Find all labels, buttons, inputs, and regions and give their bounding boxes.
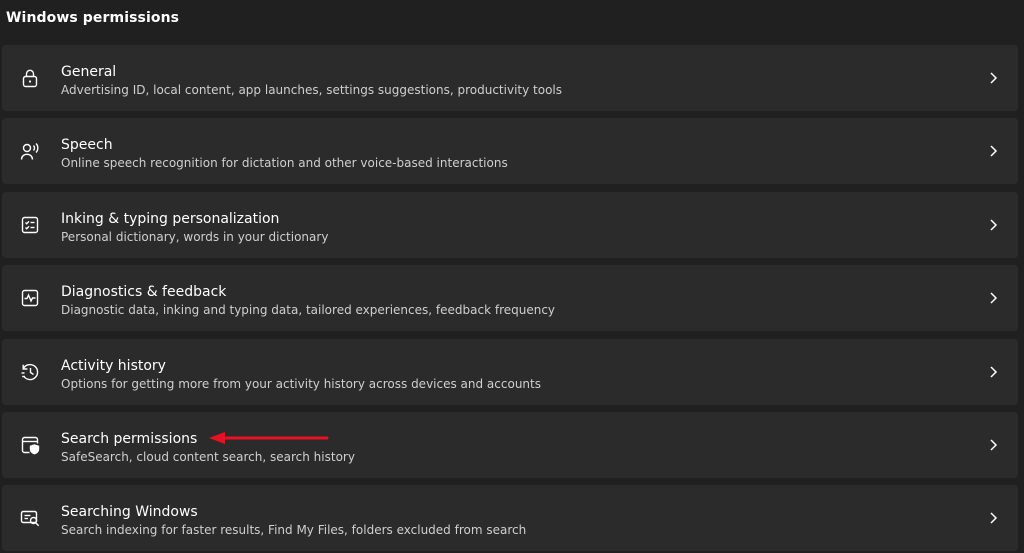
- item-subtitle: Search indexing for faster results, Find…: [61, 523, 527, 538]
- settings-item-activity-history[interactable]: Activity history Options for getting mor…: [2, 338, 1018, 405]
- diagnostics-icon: [19, 287, 41, 309]
- item-title: Speech: [61, 137, 113, 154]
- chevron-right-icon: [988, 365, 998, 379]
- speech-icon: [19, 140, 41, 162]
- annotation-arrow-icon: [209, 432, 329, 444]
- lock-icon: [19, 67, 41, 89]
- item-subtitle: Online speech recognition for dictation …: [61, 156, 508, 171]
- settings-item-general[interactable]: General Advertising ID, local content, a…: [2, 45, 1018, 111]
- search-shield-icon: [19, 434, 41, 456]
- search-windows-icon: [19, 507, 41, 529]
- item-title: General: [61, 64, 117, 80]
- settings-item-diagnostics[interactable]: Diagnostics & feedback Diagnostic data, …: [2, 265, 1018, 332]
- settings-item-searching-windows[interactable]: Searching Windows Search indexing for fa…: [2, 485, 1018, 552]
- item-subtitle: Personal dictionary, words in your dicti…: [61, 229, 329, 244]
- item-subtitle: SafeSearch, cloud content search, search…: [61, 449, 355, 464]
- chevron-right-icon: [988, 71, 998, 85]
- dictionary-icon: [19, 214, 41, 236]
- item-subtitle: Options for getting more from your activ…: [61, 376, 541, 391]
- item-title: Activity history: [61, 357, 166, 374]
- item-title: Diagnostics & feedback: [61, 284, 227, 301]
- item-subtitle: Diagnostic data, inking and typing data,…: [61, 303, 556, 318]
- item-title: Searching Windows: [61, 504, 198, 521]
- chevron-right-icon: [988, 438, 998, 452]
- chevron-right-icon: [988, 511, 998, 525]
- chevron-right-icon: [988, 218, 998, 232]
- settings-item-search-permissions[interactable]: Search permissions SafeSearch, cloud con…: [2, 411, 1018, 478]
- settings-item-inking-typing[interactable]: Inking & typing personalization Personal…: [2, 191, 1018, 258]
- chevron-right-icon: [988, 144, 998, 158]
- item-subtitle: Advertising ID, local content, app launc…: [61, 83, 562, 97]
- chevron-right-icon: [988, 291, 998, 305]
- permissions-list: General Advertising ID, local content, a…: [2, 45, 1018, 553]
- history-icon: [19, 361, 41, 383]
- section-title: Windows permissions: [6, 10, 180, 26]
- settings-item-speech[interactable]: Speech Online speech recognition for dic…: [2, 118, 1018, 185]
- item-title: Inking & typing personalization: [61, 210, 280, 227]
- item-title: Search permissions: [61, 430, 198, 447]
